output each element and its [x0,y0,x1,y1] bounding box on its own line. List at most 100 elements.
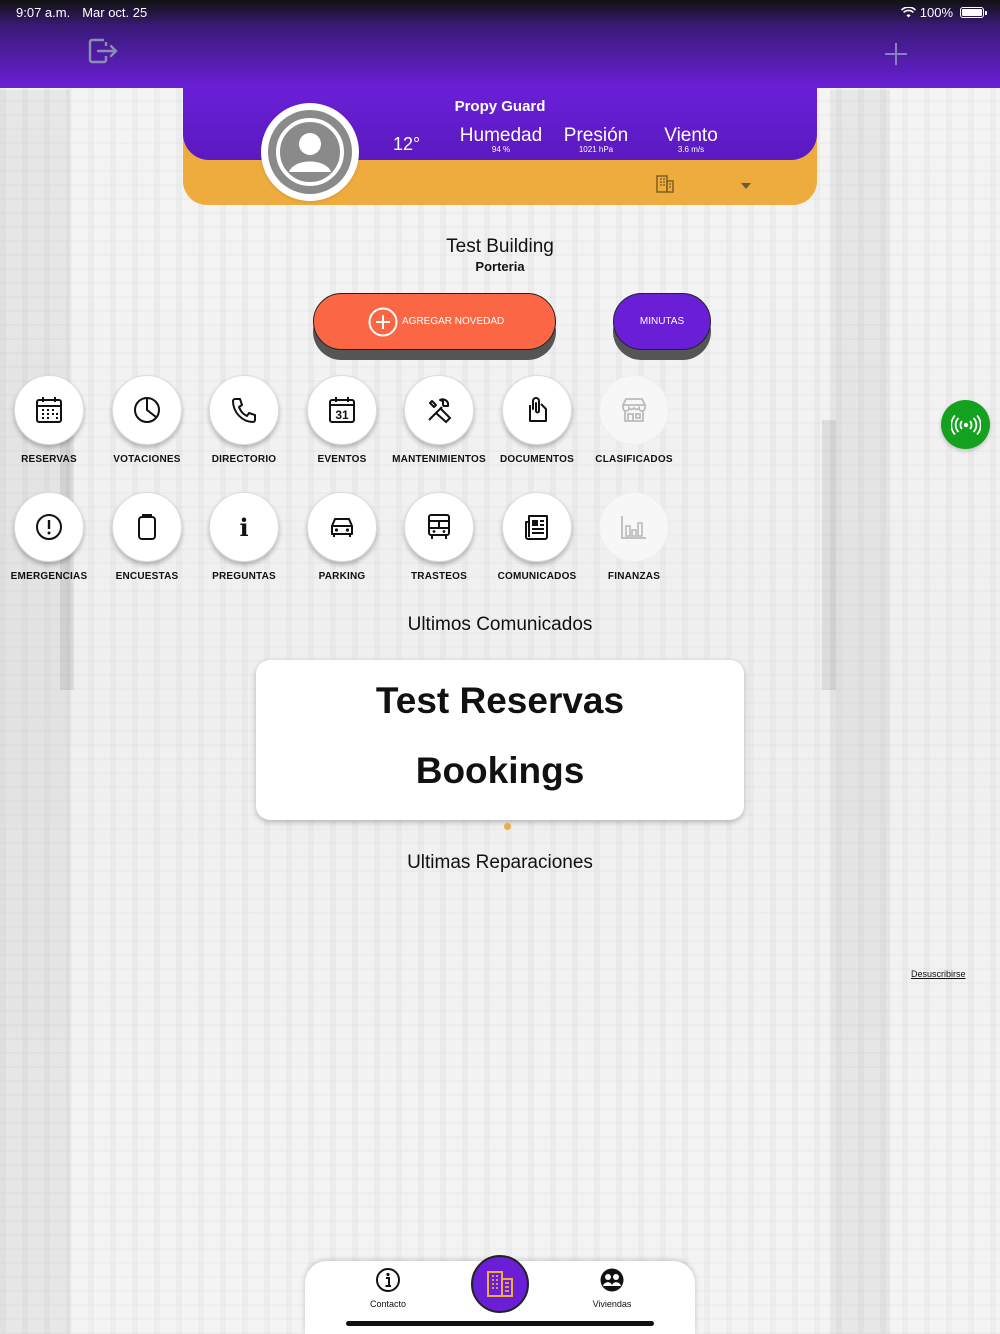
communications-title: Ultimos Comunicados [407,614,593,635]
calendar-icon [36,397,62,423]
menu-item-mantenimientos[interactable]: MANTENIMIENTOS [390,375,488,465]
tab-viviendas[interactable]: Viviendas [567,1267,657,1309]
menu-circle[interactable]: 31 [307,375,377,445]
menu-item-clasificados[interactable]: CLASIFICADOS [585,375,683,465]
menu-circle[interactable] [112,492,182,562]
menu-item-eventos[interactable]: 31 EVENTOS [293,375,391,465]
menu-circle[interactable] [209,375,279,445]
battery-percent: 100% [919,4,953,20]
background-building [0,90,70,1334]
menu-label: RESERVAS [21,454,77,465]
humidity-label: Humedad [459,125,543,146]
menu-label: FINANZAS [607,571,661,582]
menu-circle[interactable] [307,492,377,562]
menu-label: CLASIFICADOS [595,454,673,465]
plus-icon [885,43,907,65]
menu-label: PREGUNTAS [212,571,276,582]
tab-building[interactable] [471,1255,529,1313]
menu-label: DOCUMENTOS [499,454,575,465]
repairs-title: Ultimas Reparaciones [407,852,593,873]
calendar-day: 31 [335,408,349,422]
pressure-value: 1021 hPa [578,145,614,154]
menu-label: MANTENIMIENTOS [392,454,486,465]
newspaper-icon [525,515,548,540]
calendar-31-icon: 31 [329,397,355,423]
menu-item-documentos[interactable]: DOCUMENTOS [488,375,586,465]
users-circle-icon [600,1268,624,1292]
menu-circle[interactable] [502,375,572,445]
bar-chart-icon [621,516,646,539]
info-icon: i [239,512,249,542]
menu-circle[interactable] [599,375,669,445]
tab-viviendas-label: Viviendas [592,1299,632,1309]
signal-icon [950,414,981,435]
add-button[interactable] [880,38,912,70]
pie-chart-icon [134,397,160,423]
menu-circle[interactable] [404,492,474,562]
menu-label: ENCUESTAS [115,571,179,582]
menu-item-votaciones[interactable]: VOTACIONES [98,375,196,465]
building-dropdown[interactable] [740,178,752,189]
user-icon [276,118,344,186]
status-bar: 9:07 a.m. Mar oct. 25 100% [0,0,1000,24]
clipboard-icon [138,514,156,540]
phone-icon [232,398,256,423]
menu-label: COMUNICADOS [497,571,577,582]
building-name: Test Building [446,236,554,257]
menu-item-directorio[interactable]: DIRECTORIO [195,375,293,465]
avatar[interactable] [261,103,359,201]
menu-label: VOTACIONES [113,454,181,465]
menu-circle[interactable]: i [209,492,279,562]
menu-label: PARKING [318,571,366,582]
menu-item-parking[interactable]: PARKING [293,492,391,582]
menu-item-finanzas[interactable]: FINANZAS [585,492,683,582]
menu-circle[interactable] [502,492,572,562]
temperature: 12° [393,134,421,154]
menu-label: EMERGENCIAS [10,571,88,582]
menu-label: TRASTEOS [410,571,468,582]
communication-card[interactable]: Test Reservas Bookings [256,660,744,820]
menu-item-trasteos[interactable]: TRASTEOS [390,492,488,582]
logout-icon [88,38,118,64]
building-selector-icon[interactable] [655,174,675,194]
store-icon [621,398,647,422]
menu-circle[interactable] [14,375,84,445]
menu-item-reservas[interactable]: RESERVAS [0,375,98,465]
menu-circle[interactable] [599,492,669,562]
tab-contacto[interactable]: Contacto [343,1267,433,1309]
wind-label: Viento [664,125,718,146]
menu-circle[interactable] [14,492,84,562]
minutas-button[interactable]: MINUTAS [613,293,711,350]
humidity-metric: Humedad 94 % [451,126,551,154]
wind-metric: Viento 3.6 m/s [651,126,731,154]
battery-icon [960,6,987,18]
paperclip-doc-icon [529,397,547,422]
menu-circle[interactable] [404,375,474,445]
menu-item-preguntas[interactable]: i PREGUNTAS [195,492,293,582]
wind-value: 3.6 m/s [677,145,705,154]
minutas-label: MINUTAS [639,316,685,327]
alert-circle-icon [36,514,62,540]
menu-item-comunicados[interactable]: COMUNICADOS [488,492,586,582]
pressure-metric: Presión 1021 hPa [553,126,639,154]
background-building [830,90,890,1334]
menu-item-encuestas[interactable]: ENCUESTAS [98,492,196,582]
communication-title: Test Reservas [375,680,625,721]
nfc-button[interactable] [941,400,990,449]
carousel-page-dot[interactable] [504,823,511,830]
info-circle-icon [376,1268,400,1292]
building-icon [656,175,674,193]
menu-label: EVENTOS [317,454,367,465]
car-icon [331,518,353,537]
menu-label: DIRECTORIO [211,454,277,465]
home-indicator [346,1321,654,1326]
logout-button[interactable] [86,36,120,66]
add-novedad-label: AGREGAR NOVEDAD [402,316,505,327]
humidity-value: 94 % [491,145,511,154]
menu-circle[interactable] [112,375,182,445]
menu-item-emergencias[interactable]: EMERGENCIAS [0,492,98,582]
unsubscribe-link[interactable]: Desuscribirse [911,969,966,979]
app-title: Propy Guard [454,98,546,115]
add-novedad-button[interactable]: AGREGAR NOVEDAD [313,293,556,350]
avatar-image [268,110,352,194]
